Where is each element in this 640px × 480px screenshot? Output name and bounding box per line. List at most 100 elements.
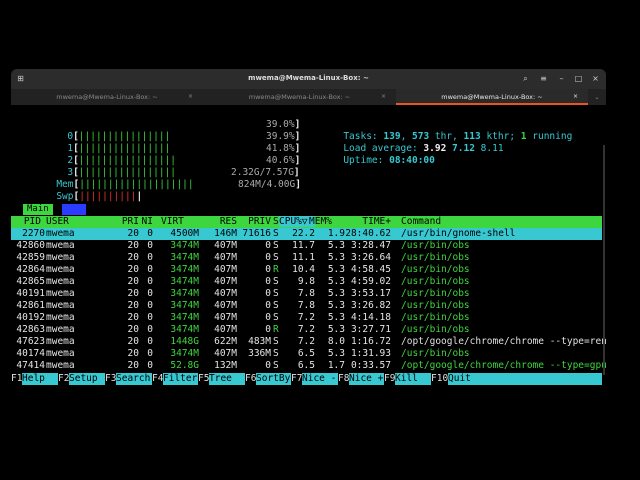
cpu-meter-1: 1[|||||||||||||||| <box>67 143 171 154</box>
fkey-nice-key: F8 <box>338 373 350 385</box>
process-pid: 47414 <box>16 360 45 371</box>
menu-icon[interactable]: ≡ <box>538 73 549 84</box>
column-header-command[interactable]: Command <box>401 216 481 227</box>
fkey-tree-button[interactable]: Tree <box>209 373 245 385</box>
cpu-meter-3-pct: 40.6%] <box>266 155 301 166</box>
process-row[interactable]: 2270 mwema 20 0 4500M 146M 71616 S 22.2 1.9 28:40.… <box>11 228 602 240</box>
process-command: /usr/bin/obs <box>401 324 470 335</box>
process-virt: 3474M <box>170 252 199 263</box>
process-row[interactable]: 47623 mwema 20 0 1448G 622M 483M S 7.2 8.0 1:16.72… <box>11 336 606 348</box>
fkey-kill-key: F9 <box>384 373 396 385</box>
process-virt: 3474M <box>170 288 199 299</box>
process-row[interactable]: 40174 mwema 20 0 3474M 407M 336M S 6.5 5.3 1:31.93… <box>11 348 602 360</box>
process-time: 1:31.93 <box>350 348 391 359</box>
column-header-time[interactable]: TIME+ <box>345 216 391 227</box>
tab-list-button[interactable]: ⌄ <box>588 89 606 105</box>
process-res: 407M <box>214 288 237 299</box>
process-nice: 0 <box>147 288 153 299</box>
process-priority: 20 <box>127 276 139 287</box>
fkey-search-button[interactable]: Search <box>116 373 152 385</box>
process-mem: 5.3 <box>327 252 345 263</box>
fkey-sortby-button[interactable]: SortBy <box>256 373 292 385</box>
process-row[interactable]: 42864 mwema 20 0 3474M 407M 0 R 10.4 5.3 4:58.45/u… <box>11 264 602 276</box>
fkey-filter-button[interactable]: Filter <box>163 373 199 385</box>
fkey-quit-key: F10 <box>431 373 449 385</box>
fkey-nice-button[interactable]: Nice + <box>349 373 385 385</box>
scrollbar[interactable] <box>603 145 605 375</box>
process-res: 146M <box>214 228 237 239</box>
process-row[interactable]: 42859 mwema 20 0 3474M 407M 0 S 11.1 5.3 3:26.64/u… <box>11 252 602 264</box>
column-header: PID USER PRI NI VIRT RES PRIV S CPU%▽ MEM% TIME+ Co… <box>11 216 602 228</box>
process-command: /usr/bin/obs <box>401 276 470 287</box>
process-priv: 0 <box>265 324 271 335</box>
tab-label: mwema@Mwema-Linux-Box: ~ <box>441 93 543 101</box>
tab-close-icon[interactable]: × <box>188 89 193 105</box>
fkey-quit-button[interactable]: Quit <box>448 373 602 385</box>
process-virt: 4500M <box>170 228 199 239</box>
tab-close-icon[interactable]: × <box>381 89 386 105</box>
process-priority: 20 <box>127 336 139 347</box>
process-user: mwema <box>46 252 75 263</box>
column-header-mem[interactable]: MEM% <box>309 216 343 227</box>
column-header-priority[interactable]: PRI <box>111 216 139 227</box>
fkey-setup-button[interactable]: Setup <box>69 373 105 385</box>
tab-close-icon[interactable]: × <box>573 89 578 105</box>
process-command: /usr/bin/obs <box>401 252 470 263</box>
process-state: S <box>273 228 279 239</box>
process-nice: 0 <box>147 312 153 323</box>
process-state: S <box>273 300 279 311</box>
process-res: 407M <box>214 348 237 359</box>
search-icon[interactable]: ⌕ <box>520 73 531 84</box>
column-header-priv[interactable]: PRIV <box>237 216 271 227</box>
htop-terminal[interactable]: 0[|||||||||||||||| 39.0%] 1[||||||||||||… <box>11 105 606 387</box>
tab-main[interactable]: Main <box>23 204 53 215</box>
process-state: S <box>273 240 279 251</box>
process-command: /usr/bin/obs <box>401 300 470 311</box>
fkey-search-key: F3 <box>105 373 117 385</box>
process-row[interactable]: 47414 mwema 20 0 52.8G 132M 0 S 6.5 1.7 0:33.57/op… <box>11 360 606 372</box>
tab-bar: mwema@Mwema-Linux-Box: ~ × mwema@Mwema-L… <box>11 89 606 105</box>
tab-io[interactable]: I/O <box>62 204 87 215</box>
maximize-icon[interactable]: □ <box>573 73 584 84</box>
process-state: S <box>273 288 279 299</box>
process-row[interactable]: 40191 mwema 20 0 3474M 407M 0 S 7.8 5.3 3:53.17/us… <box>11 288 602 300</box>
process-row[interactable]: 42860 mwema 20 0 3474M 407M 0 S 11.7 5.3 3:28.47/u… <box>11 240 602 252</box>
process-pid: 47623 <box>16 336 45 347</box>
column-header-nice[interactable]: NI <box>139 216 153 227</box>
process-state: S <box>273 360 279 371</box>
process-row[interactable]: 42863 mwema 20 0 3474M 407M 0 R 7.2 5.3 3:27.71/us… <box>11 324 602 336</box>
fkey-kill-button[interactable]: Kill <box>395 373 431 385</box>
title-bar: ⊞ mwema@Mwema-Linux-Box: ~ ⌕ ≡ – □ × <box>11 69 606 89</box>
minimize-icon[interactable]: – <box>556 73 567 84</box>
process-priv: 0 <box>265 300 271 311</box>
tab-1[interactable]: mwema@Mwema-Linux-Box: ~ × <box>11 89 203 105</box>
process-cpu: 7.2 <box>297 312 315 323</box>
process-mem: 5.3 <box>327 324 345 335</box>
process-cpu: 6.5 <box>297 360 315 371</box>
process-priority: 20 <box>127 228 139 239</box>
process-virt: 3474M <box>170 264 199 275</box>
fkey-nice-button[interactable]: Nice - <box>302 373 338 385</box>
column-header-res[interactable]: RES <box>201 216 237 227</box>
process-mem: 5.3 <box>327 264 345 275</box>
process-cpu: 22.2 <box>292 228 315 239</box>
close-icon[interactable]: × <box>590 73 601 84</box>
function-key-bar: F1 Help F2 Setup F3 Search F4 Filter F5 Tree F6 Sor… <box>11 373 602 385</box>
fkey-help-button[interactable]: Help <box>22 373 58 385</box>
process-row[interactable]: 42865 mwema 20 0 3474M 407M 0 S 9.8 5.3 4:59.02/us… <box>11 276 602 288</box>
process-row[interactable]: 40192 mwema 20 0 3474M 407M 0 S 7.2 5.3 4:14.18/us… <box>11 312 602 324</box>
column-header-virt[interactable]: VIRT <box>161 216 199 227</box>
column-header-pid[interactable]: PID <box>11 216 41 227</box>
process-nice: 0 <box>147 360 153 371</box>
tab-label: mwema@Mwema-Linux-Box: ~ <box>56 93 158 101</box>
tab-3[interactable]: mwema@Mwema-Linux-Box: ~ × <box>396 89 588 105</box>
process-mem: 1.7 <box>327 360 345 371</box>
process-command: /opt/google/chrome/chrome --type=gpu <box>401 360 606 371</box>
process-time: 28:40.62 <box>345 228 391 239</box>
process-row[interactable]: 42861 mwema 20 0 3474M 407M 0 S 7.8 5.3 3:26.82/us… <box>11 300 602 312</box>
process-mem: 5.3 <box>327 312 345 323</box>
column-header-user[interactable]: USER <box>46 216 96 227</box>
process-nice: 0 <box>147 252 153 263</box>
mem-meter: Mem[|||||||||||||||||||| <box>56 179 194 190</box>
tab-2[interactable]: mwema@Mwema-Linux-Box: ~ × <box>203 89 396 105</box>
